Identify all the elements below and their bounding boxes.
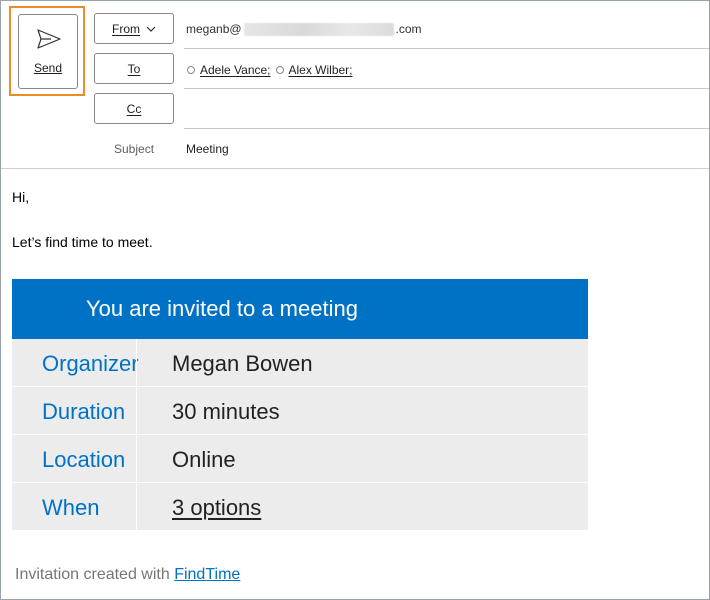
- card-row-location: Location Online: [12, 435, 588, 483]
- findtime-link[interactable]: FindTime: [174, 566, 240, 583]
- cc-input[interactable]: [184, 92, 709, 128]
- row-separator: [136, 483, 137, 530]
- body-line[interactable]: Let’s find time to meet.: [12, 234, 153, 250]
- card-title: You are invited to a meeting: [12, 279, 588, 339]
- recipient-chip[interactable]: Alex Wilber;: [275, 63, 353, 77]
- recipient-name: Alex Wilber;: [288, 63, 353, 77]
- card-row-duration: Duration 30 minutes: [12, 387, 588, 435]
- row-key: When: [42, 495, 100, 520]
- from-address-prefix: meganb@: [186, 22, 242, 36]
- row-separator: [136, 339, 137, 386]
- row-value: Megan Bowen: [172, 351, 313, 376]
- row-value: 30 minutes: [172, 399, 280, 424]
- divider: [184, 128, 709, 129]
- card-row-when: When 3 options: [12, 483, 588, 530]
- row-key: Organizer: [42, 351, 139, 376]
- compose-window: Send From meganb@ .com To Adele Vance; A…: [0, 0, 710, 600]
- send-button[interactable]: Send: [18, 14, 78, 89]
- send-label: Send: [33, 61, 63, 75]
- row-separator: [136, 435, 137, 482]
- divider: [184, 88, 709, 89]
- row-key: Location: [42, 447, 126, 472]
- recipient-name: Adele Vance;: [200, 63, 271, 77]
- presence-icon: [187, 66, 195, 74]
- presence-icon: [275, 66, 284, 74]
- cc-button[interactable]: Cc: [94, 93, 174, 124]
- from-address: meganb@ .com: [186, 22, 422, 36]
- to-button[interactable]: To: [94, 53, 174, 84]
- chevron-down-icon: [146, 26, 156, 32]
- meeting-invite-card: You are invited to a meeting Organizer M…: [12, 279, 588, 530]
- to-recipients[interactable]: Adele Vance; Alex Wilber;: [187, 63, 358, 77]
- header-divider: [1, 168, 709, 169]
- from-button[interactable]: From: [94, 13, 174, 44]
- from-label: From: [112, 21, 140, 36]
- footer-text: Invitation created with FindTime: [15, 566, 240, 584]
- send-icon: [37, 29, 61, 49]
- options-link[interactable]: 3 options: [172, 495, 261, 521]
- greeting-text[interactable]: Hi,: [12, 189, 29, 205]
- row-key: Duration: [42, 399, 126, 424]
- recipient-chip[interactable]: Adele Vance;: [187, 63, 271, 77]
- subject-input[interactable]: Meeting: [186, 142, 229, 156]
- footer-label: Invitation created with: [15, 566, 170, 583]
- cc-label: Cc: [126, 101, 142, 116]
- card-row-organizer: Organizer Megan Bowen: [12, 339, 588, 387]
- divider: [184, 48, 709, 49]
- to-label: To: [127, 61, 141, 76]
- row-value: Online: [172, 447, 236, 472]
- row-separator: [136, 387, 137, 434]
- from-address-suffix: .com: [395, 22, 422, 36]
- redacted-block: [243, 22, 394, 36]
- subject-label: Subject: [114, 142, 155, 156]
